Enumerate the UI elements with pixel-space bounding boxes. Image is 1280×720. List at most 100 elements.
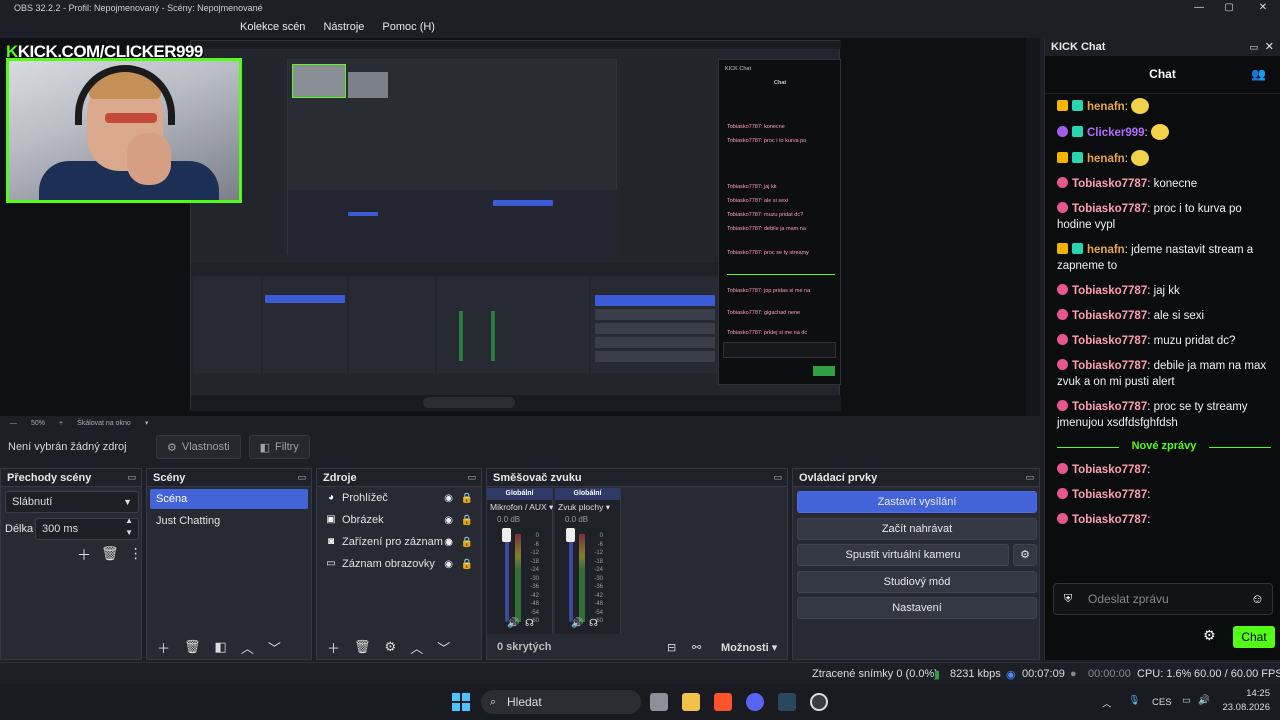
source-item[interactable]: ▣ Obrázek ◉ 🔒 — [317, 509, 481, 531]
zoom-out-button[interactable]: — — [10, 420, 17, 427]
stop-stream-button[interactable]: Zastavit vysílání — [797, 491, 1037, 513]
chat-username[interactable]: Tobiasko7787 — [1072, 178, 1147, 190]
filters-button[interactable]: ◧ Filtry — [248, 435, 310, 459]
more-options-icon[interactable]: ⋮ — [129, 545, 143, 565]
fader-knob[interactable] — [566, 528, 575, 542]
move-up-icon[interactable]: ︿ — [410, 638, 423, 657]
source-item[interactable]: ▭ Záznam obrazovky ◉ 🔒 — [317, 553, 481, 575]
volume-fader[interactable] — [505, 532, 509, 622]
scene-filters-icon[interactable]: ◧ — [215, 639, 227, 655]
network-icon[interactable]: ▭ — [1182, 695, 1191, 706]
move-up-icon[interactable]: ︿ — [241, 638, 254, 657]
mixer-options-button[interactable]: Možnosti ▾ — [721, 641, 777, 654]
headphones-icon[interactable]: ☊ — [525, 618, 534, 629]
chat-input[interactable]: ⛨ Odeslat zprávu ☺ — [1053, 583, 1273, 615]
taskbar-search[interactable]: ⌕ Hledat — [481, 690, 641, 714]
obs-icon[interactable] — [810, 693, 828, 711]
scene-item[interactable]: Just Chatting — [150, 511, 308, 531]
maximize-button[interactable]: ▢ — [1214, 0, 1244, 16]
dock-float-icon[interactable]: ▭ — [297, 472, 306, 483]
dock-float-icon[interactable]: ▭ — [127, 472, 136, 483]
chat-username[interactable]: Tobiasko7787 — [1072, 335, 1147, 347]
source-item[interactable]: ◕ Prohlížeč ◉ 🔒 — [317, 487, 481, 509]
duration-stepper[interactable]: 300 ms ▲ ▼ — [35, 515, 139, 540]
task-view-icon[interactable] — [650, 693, 668, 711]
preview-canvas[interactable]: KICK Chat Chat Tobiasko7787: konecne Tob… — [0, 38, 1026, 416]
volume-fader[interactable] — [569, 532, 573, 622]
minimize-button[interactable]: — — [1184, 0, 1214, 16]
chat-username[interactable]: Tobiasko7787 — [1072, 310, 1147, 322]
chat-username[interactable]: Tobiasko7787 — [1072, 285, 1147, 297]
dock-float-icon[interactable]: ▭ — [1025, 472, 1034, 483]
dock-float-icon[interactable]: ▭ — [1249, 38, 1258, 56]
file-explorer-icon[interactable] — [682, 693, 700, 711]
trash-icon[interactable]: 🗑 — [354, 639, 371, 655]
chat-username[interactable]: Tobiasko7787 — [1072, 203, 1147, 215]
clock-date[interactable]: 23.08.2026 — [1220, 702, 1270, 713]
clock-time[interactable]: 14:25 — [1220, 688, 1270, 699]
add-source-button[interactable]: ＋ — [327, 638, 340, 657]
add-transition-button[interactable]: ＋ — [77, 545, 91, 565]
close-icon[interactable]: ✕ — [1265, 38, 1274, 56]
windows-start-icon[interactable] — [452, 693, 470, 711]
close-button[interactable]: ✕ — [1248, 0, 1278, 16]
mixer-layout-icon[interactable]: ⊟ — [667, 641, 676, 654]
steam-icon[interactable] — [778, 693, 796, 711]
zoom-in-button[interactable]: + — [59, 420, 63, 427]
trash-icon[interactable]: 🗑 — [101, 545, 119, 565]
lock-icon[interactable]: 🔒 — [461, 515, 473, 526]
microphone-icon[interactable]: 🎙 — [1128, 695, 1140, 706]
channel-name[interactable]: Zvuk plochy ▾ — [555, 500, 620, 515]
dock-float-icon[interactable]: ▭ — [467, 472, 476, 483]
fader-knob[interactable] — [502, 528, 511, 542]
stepper-arrows-icon[interactable]: ▲ ▼ — [125, 515, 133, 539]
trash-icon[interactable]: 🗑 — [184, 639, 201, 655]
gear-icon[interactable]: ⚙ — [1203, 627, 1216, 644]
properties-button[interactable]: ⚙ Vlastnosti — [156, 435, 241, 459]
channel-name[interactable]: Mikrofon / AUX ▾ — [487, 500, 553, 515]
chat-username[interactable]: henafn — [1087, 101, 1125, 113]
chat-username[interactable]: Tobiasko7787 — [1072, 401, 1147, 413]
link-icon[interactable]: ⚯ — [692, 641, 701, 654]
emoji-icon[interactable]: ☺ — [1251, 584, 1264, 614]
move-down-icon[interactable]: ﹀ — [437, 638, 450, 657]
speaker-icon[interactable]: 🔊 — [571, 618, 583, 629]
chat-username[interactable]: Clicker999 — [1087, 127, 1145, 139]
users-icon[interactable]: 👥 — [1251, 56, 1266, 92]
lock-icon[interactable]: 🔒 — [461, 493, 473, 504]
language-indicator[interactable]: CES — [1152, 697, 1172, 708]
menu-help[interactable]: Pomoc (H) — [382, 21, 435, 33]
chat-username[interactable]: Tobiasko7787 — [1072, 464, 1147, 476]
chat-send-button[interactable]: Chat — [1233, 626, 1275, 648]
headphones-icon[interactable]: ☊ — [589, 618, 598, 629]
dock-float-icon[interactable]: ▭ — [773, 472, 782, 483]
brave-browser-icon[interactable] — [714, 693, 732, 711]
gear-icon[interactable]: ⚙ — [1013, 544, 1037, 566]
move-down-icon[interactable]: ﹀ — [268, 638, 281, 657]
start-recording-button[interactable]: Začít nahrávat — [797, 518, 1037, 540]
gear-icon[interactable]: ⚙ — [385, 639, 397, 655]
chat-username[interactable]: henafn — [1087, 153, 1125, 165]
speaker-icon[interactable]: 🔊 — [507, 618, 519, 629]
settings-button[interactable]: Nastavení — [797, 597, 1037, 619]
studio-mode-button[interactable]: Studiový mód — [797, 571, 1037, 593]
lock-icon[interactable]: 🔒 — [461, 559, 473, 570]
discord-icon[interactable] — [746, 693, 764, 711]
add-scene-button[interactable]: ＋ — [157, 638, 170, 657]
eye-icon[interactable]: ◉ — [444, 493, 453, 504]
transition-select[interactable]: Slábnutí ▼ — [5, 491, 139, 513]
eye-icon[interactable]: ◉ — [444, 559, 453, 570]
lock-icon[interactable]: 🔒 — [461, 537, 473, 548]
chat-username[interactable]: Tobiasko7787 — [1072, 514, 1147, 526]
eye-icon[interactable]: ◉ — [444, 537, 453, 548]
chat-username[interactable]: Tobiasko7787 — [1072, 360, 1147, 372]
menu-scene-collection[interactable]: Kolekce scén — [240, 21, 305, 33]
chevron-up-icon[interactable]: ︿ — [1102, 696, 1112, 710]
chat-username[interactable]: Tobiasko7787 — [1072, 489, 1147, 501]
menu-tools[interactable]: Nástroje — [323, 21, 364, 33]
eye-icon[interactable]: ◉ — [444, 515, 453, 526]
source-item[interactable]: ◙ Zařízení pro záznam o ◉ 🔒 — [317, 531, 481, 553]
chat-username[interactable]: henafn — [1087, 244, 1125, 256]
volume-icon[interactable]: 🔊 — [1198, 695, 1210, 706]
virtual-camera-button[interactable]: Spustit virtuální kameru — [797, 544, 1009, 566]
